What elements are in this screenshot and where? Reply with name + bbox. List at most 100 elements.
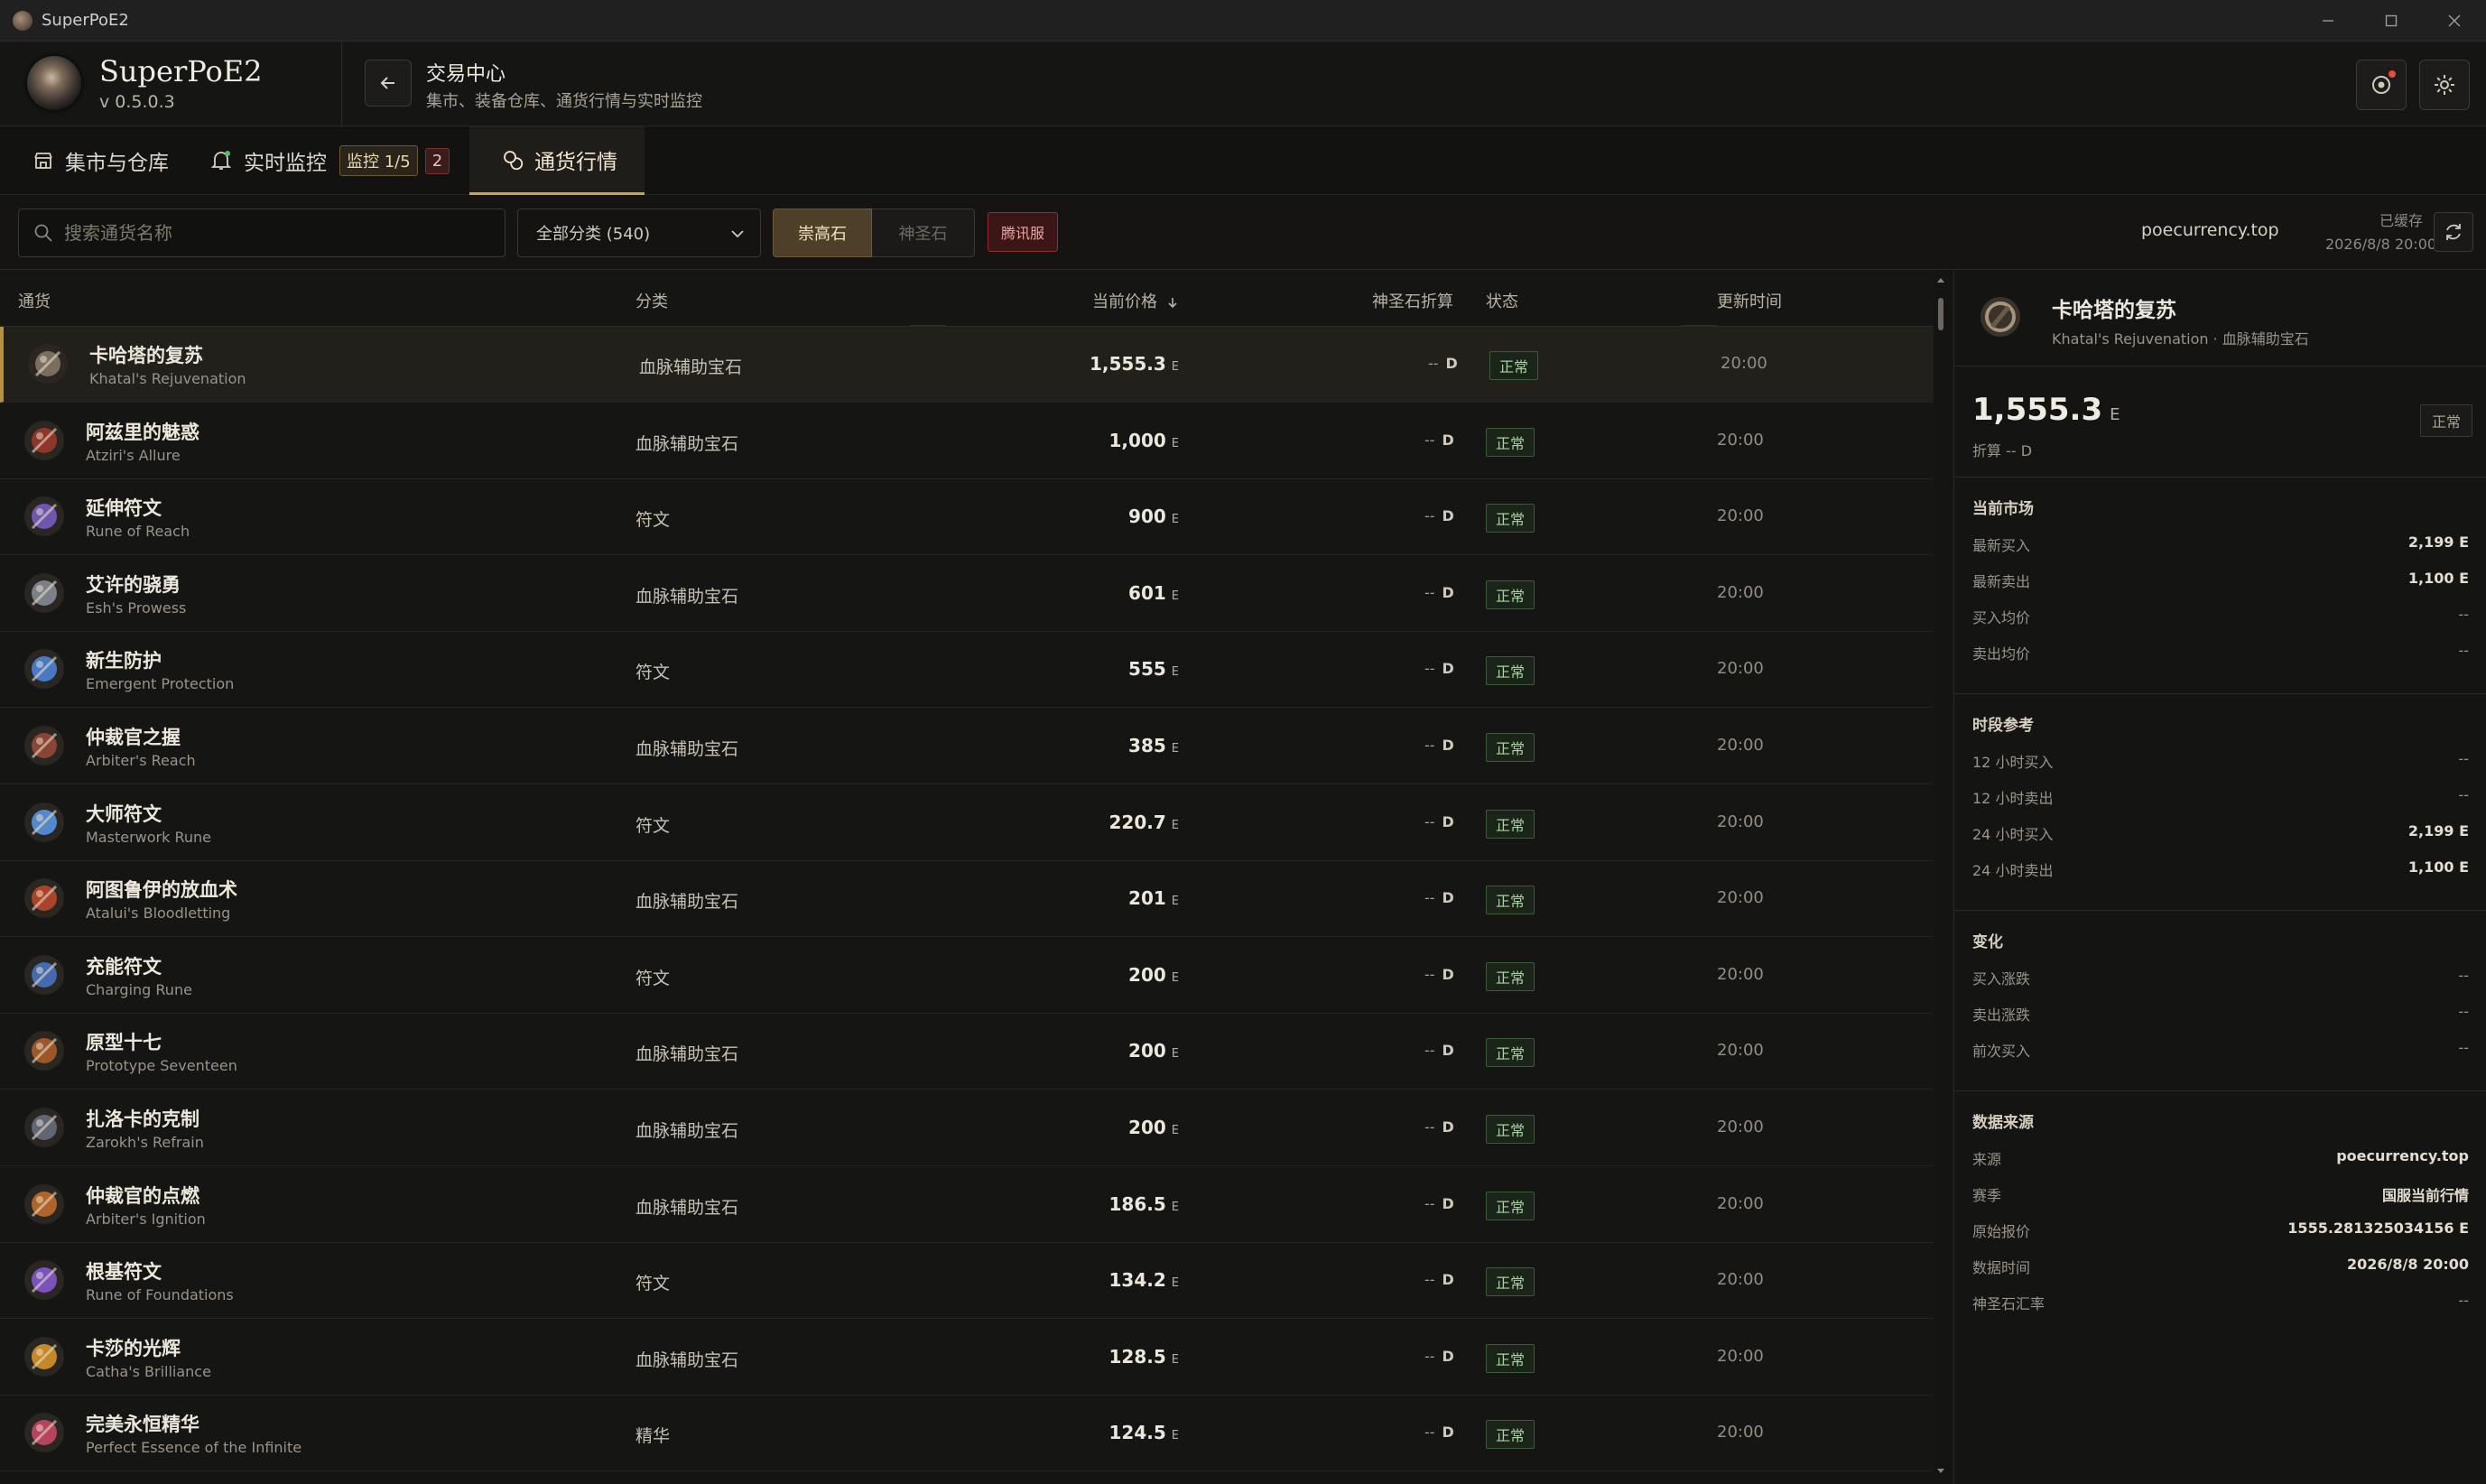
price-value: 134.2 (1108, 1269, 1166, 1292)
tab-currency-market[interactable]: 通货行情 (469, 126, 645, 195)
table-row[interactable]: 充能符文 Charging Rune 符文 200 E -- D 正常 20:00 (0, 937, 1934, 1014)
minimize-button[interactable] (2296, 0, 2360, 42)
divine-amount: -- (1424, 660, 1435, 678)
divine-unit: D (1442, 1118, 1454, 1136)
currency-name-en: Atziri's Allure (86, 446, 181, 464)
price-unit: E (1171, 665, 1179, 680)
divine-unit: D (1442, 812, 1454, 830)
table-row[interactable]: 卡莎的光辉 Catha's Brilliance 血脉辅助宝石 128.5 E -- D 正常… (0, 1319, 1934, 1396)
table-row[interactable]: 艾许的骁勇 Esh's Prowess 血脉辅助宝石 601 E -- D 正常 20:00 (0, 555, 1934, 632)
currency-name: 阿图鲁伊的放血术 (86, 879, 237, 902)
currency-category: 血脉辅助宝石 (635, 1197, 739, 1218)
table-row[interactable]: 阿兹里的魅惑 Atziri's Allure 血脉辅助宝石 1,000 E -- D 正常 20… (0, 403, 1934, 479)
tab-realtime-monitor[interactable]: 实时监控 监控 1/5 2 (209, 126, 450, 195)
table-row[interactable]: 大师符文 Masterwork Rune 符文 220.7 E -- D 正常 20:00 (0, 784, 1934, 861)
currency-name: 原型十七 (86, 1032, 162, 1054)
detail-status-badge: 正常 (2420, 404, 2472, 437)
detail-key: 12 小时卖出 (1972, 790, 2054, 807)
price-unit: E (1171, 1352, 1179, 1367)
col-category[interactable]: 分类 (635, 289, 668, 312)
currency-name: 延伸符文 (86, 497, 162, 520)
table-row[interactable]: 根基符文 Rune of Foundations 符文 134.2 E -- D 正常 20:0… (0, 1243, 1934, 1320)
search-input[interactable] (64, 222, 488, 244)
tab-market-warehouse[interactable]: 集市与仓库 (32, 126, 169, 195)
update-time: 20:00 (1717, 582, 1764, 602)
currency-category: 符文 (635, 815, 671, 836)
detail-value: -- (2458, 1039, 2469, 1056)
col-divine[interactable]: 神圣石折算 (1372, 289, 1453, 312)
col-status[interactable]: 状态 (1486, 289, 1518, 312)
currency-toggle-exalted[interactable]: 崇高石 (773, 209, 872, 257)
divine-value: -- D (1424, 813, 1454, 830)
price-value: 1,000 (1108, 429, 1166, 451)
price-value: 186.5 (1108, 1192, 1166, 1215)
table-row[interactable]: 完美永恒精华 Perfect Essence of the Infinite 精华 1… (0, 1396, 1934, 1472)
price-unit: E (1171, 1276, 1179, 1291)
detail-value: 2,199 E (2407, 533, 2469, 551)
arrow-down-icon (1168, 298, 1177, 309)
price-value: 900 (1128, 505, 1166, 528)
currency-item-icon (28, 344, 68, 384)
divine-value: -- D (1424, 431, 1454, 449)
status-badge: 正常 (1486, 1267, 1535, 1297)
table-row[interactable]: 卡哈塔的复苏 Khatal's Rejuvenation 血脉辅助宝石 1,555.3… (0, 327, 1934, 403)
record-button[interactable] (2356, 60, 2407, 110)
table-row[interactable]: 仲裁官之握 Arbiter's Reach 血脉辅助宝石 385 E -- D 正常 20:00 (0, 709, 1934, 784)
col-price[interactable]: 当前价格 (1092, 289, 1179, 312)
refresh-button[interactable] (2434, 212, 2473, 252)
table-row[interactable]: 阿图鲁伊的放血术 Atalui's Bloodletting 血脉辅助宝石 201 E -… (0, 861, 1934, 938)
price-unit: E (1171, 436, 1179, 450)
server-badge[interactable]: 腾讯服 (988, 212, 1058, 252)
currency-category: 符文 (635, 1274, 671, 1294)
detail-kv-row: 12 小时卖出 -- (1972, 786, 2469, 813)
settings-button[interactable] (2419, 60, 2470, 110)
currency-category: 血脉辅助宝石 (635, 739, 739, 759)
currency-category: 符文 (635, 968, 671, 988)
detail-section: 变化 买入涨跌 -- 卖出涨跌 -- 前次买入 -- (1954, 910, 2486, 1090)
currency-price: 1,000 E (1109, 430, 1179, 451)
col-currency[interactable]: 通货 (18, 289, 51, 312)
divine-value: -- D (1424, 889, 1454, 906)
currency-item-icon (24, 420, 64, 460)
table-row[interactable]: 仲裁官的点燃 Arbiter's Ignition 血脉辅助宝石 186.5 E -- D 正… (0, 1166, 1934, 1243)
table-row[interactable]: 扎洛卡的克制 Zarokh's Refrain 血脉辅助宝石 200 E -- D 正常 20:… (0, 1090, 1934, 1166)
currency-name: 仲裁官的点燃 (86, 1184, 199, 1207)
scrollbar-thumb[interactable] (1938, 298, 1943, 330)
currency-category: 血脉辅助宝石 (635, 1121, 739, 1141)
page-title: 交易中心 (426, 63, 506, 86)
close-button[interactable] (2423, 0, 2486, 42)
status-badge: 正常 (1486, 656, 1535, 686)
back-button[interactable] (365, 60, 412, 107)
detail-value: -- (2458, 1003, 2469, 1020)
tab-label: 集市与仓库 (65, 152, 169, 175)
cached-time: 2026/8/8 20:00 (2325, 236, 2437, 253)
currency-name-en: Emergent Protection (86, 675, 235, 693)
maximize-button[interactable] (2360, 0, 2423, 42)
detail-key: 来源 (1972, 1151, 2002, 1168)
detail-subtitle: Khatal's Rejuvenation · 血脉辅助宝石 (2052, 330, 2309, 348)
bell-icon (210, 151, 232, 170)
category-select[interactable]: 全部分类 (540) (517, 209, 761, 257)
col-updated[interactable]: 更新时间 (1717, 289, 1782, 312)
detail-key: 12 小时买入 (1972, 754, 2054, 771)
currency-name-en: Khatal's Rejuvenation (89, 370, 246, 387)
gear-icon (2435, 75, 2454, 95)
currency-price: 900 E (1128, 505, 1179, 527)
detail-kv-row: 前次买入 -- (1972, 1039, 2469, 1066)
table-scrollbar[interactable] (1934, 271, 1948, 1484)
detail-header: 卡哈塔的复苏 Khatal's Rejuvenation · 血脉辅助宝石 (1954, 271, 2486, 366)
price-unit: E (1171, 589, 1179, 603)
notification-dot (2389, 70, 2396, 78)
status-badge: 正常 (1486, 1420, 1535, 1450)
price-value: 555 (1128, 658, 1166, 681)
table-row[interactable]: 延伸符文 Rune of Reach 符文 900 E -- D 正常 20:00 (0, 479, 1934, 556)
update-time: 20:00 (1717, 1118, 1764, 1136)
detail-price-value: 1,555.3 (1972, 392, 2103, 428)
divine-amount: -- (1424, 737, 1435, 754)
currency-toggle-divine[interactable]: 神圣石 (872, 209, 975, 257)
table-row[interactable]: 新生防护 Emergent Protection 符文 555 E -- D 正常 20:00 (0, 632, 1934, 709)
divine-value: -- D (1424, 737, 1454, 754)
table-row[interactable]: 原型十七 Prototype Seventeen 血脉辅助宝石 200 E -- D 正常 20… (0, 1014, 1934, 1090)
detail-panel: 卡哈塔的复苏 Khatal's Rejuvenation · 血脉辅助宝石 1,… (1953, 271, 2486, 1484)
status-badge: 正常 (1486, 504, 1535, 533)
